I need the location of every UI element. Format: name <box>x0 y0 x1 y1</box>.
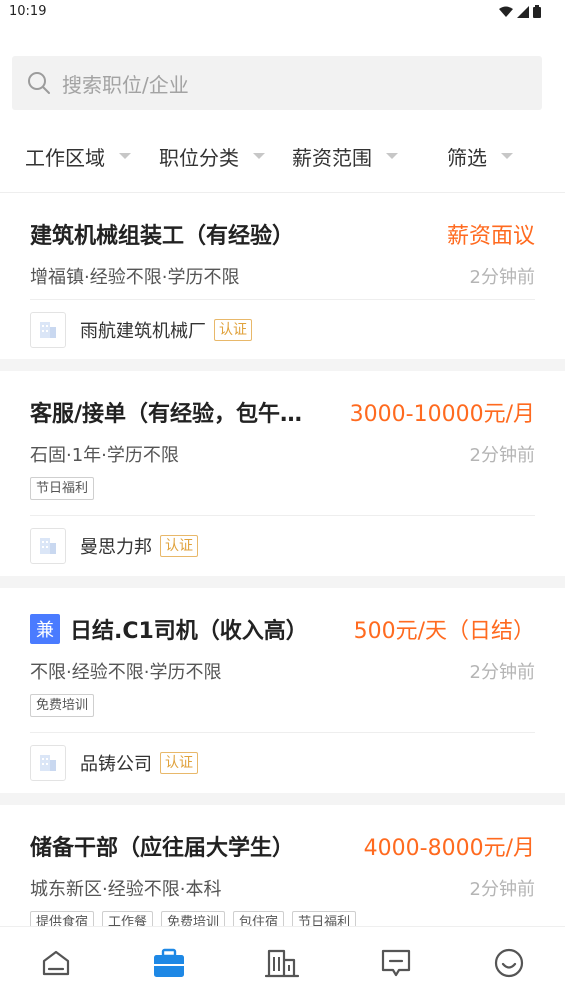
divider <box>30 732 535 733</box>
job-title: 建筑机械组装工（有经验） <box>30 224 295 249</box>
job-salary: 薪资面议 <box>446 224 535 249</box>
benefit-tags: 节日福利 <box>30 477 95 500</box>
search-placeholder: 搜索职位/企业 <box>62 72 189 97</box>
benefit-tag: 提供食宿 <box>30 911 95 926</box>
filter-label: 筛选 <box>447 145 487 170</box>
verified-badge: 认证 <box>214 319 252 341</box>
benefit-tag: 节日福利 <box>292 911 357 926</box>
caret-down-icon <box>119 153 131 159</box>
benefit-tag: 免费培训 <box>30 694 95 717</box>
filter-salary[interactable]: 薪资范围 <box>292 130 398 182</box>
job-card[interactable]: 兼 日结.C1司机（收入高） 500元/天（日结） 不限·经验不限·学历不限 2… <box>0 588 565 793</box>
message-icon <box>381 949 411 977</box>
caret-down-icon <box>386 153 398 159</box>
filter-label: 工作区域 <box>25 145 105 170</box>
filter-area[interactable]: 工作区域 <box>25 130 131 182</box>
job-card[interactable]: 储备干部（应往届大学生） 4000-8000元/月 城东新区·经验不限·本科 2… <box>0 805 565 926</box>
benefit-tags: 免费培训 <box>30 694 95 717</box>
job-title: 日结.C1司机（收入高） <box>70 619 308 644</box>
job-list: 建筑机械组装工（有经验） 薪资面议 增福镇·经验不限·学历不限 2分钟前 雨航建… <box>0 193 565 926</box>
job-card[interactable]: 建筑机械组装工（有经验） 薪资面议 增福镇·经验不限·学历不限 2分钟前 雨航建… <box>0 193 565 359</box>
filter-bar: 工作区域 职位分类 薪资范围 筛选 <box>0 130 565 182</box>
smiley-icon <box>494 948 524 978</box>
tab-companies[interactable] <box>264 945 300 981</box>
building-icon <box>265 949 299 978</box>
home-icon <box>42 950 70 976</box>
job-title: 储备干部（应往届大学生） <box>30 836 295 861</box>
search-input[interactable]: 搜索职位/企业 <box>12 56 542 110</box>
benefit-tag: 包住宿 <box>233 911 285 926</box>
job-salary: 500元/天（日结） <box>353 619 535 644</box>
tab-messages[interactable] <box>378 945 414 981</box>
verified-badge: 认证 <box>160 535 198 557</box>
building-icon <box>40 322 56 338</box>
caret-down-icon <box>253 153 265 159</box>
card-gap <box>0 359 565 371</box>
company-name: 雨航建筑机械厂 <box>80 321 206 342</box>
job-time: 2分钟前 <box>469 879 535 900</box>
battery-icon <box>533 5 541 18</box>
job-meta-row: 城东新区·经验不限·本科 2分钟前 <box>30 875 535 901</box>
status-time: 10:19 <box>9 4 47 19</box>
benefit-tags: 提供食宿 工作餐 免费培训 包住宿 节日福利 <box>30 911 357 926</box>
filter-more[interactable]: 筛选 <box>447 130 513 182</box>
filter-category[interactable]: 职位分类 <box>159 130 265 182</box>
status-icons <box>499 5 541 18</box>
divider <box>30 515 535 516</box>
job-meta: 石固·1年·学历不限 <box>30 445 179 466</box>
tab-home[interactable] <box>38 945 74 981</box>
benefit-tag: 节日福利 <box>30 477 95 500</box>
company-row: 品铸公司 认证 <box>30 745 198 781</box>
filter-label: 职位分类 <box>159 145 239 170</box>
job-time: 2分钟前 <box>469 662 535 683</box>
job-title-row: 客服/接单（有经验，包午… 3000-10000元/月 <box>30 396 535 428</box>
tab-profile[interactable] <box>491 945 527 981</box>
company-name: 品铸公司 <box>80 754 152 775</box>
tab-jobs[interactable] <box>151 945 187 981</box>
divider <box>30 299 535 300</box>
job-meta: 不限·经验不限·学历不限 <box>30 662 222 683</box>
signal-icon <box>517 5 529 18</box>
building-icon <box>40 755 56 771</box>
company-row: 雨航建筑机械厂 认证 <box>30 312 252 348</box>
job-title-row: 兼 日结.C1司机（收入高） 500元/天（日结） <box>30 613 535 645</box>
job-meta-row: 石固·1年·学历不限 2分钟前 <box>30 441 535 467</box>
building-icon <box>40 538 56 554</box>
company-logo <box>30 528 66 564</box>
benefit-tag: 免费培训 <box>161 911 226 926</box>
job-meta-row: 增福镇·经验不限·学历不限 2分钟前 <box>30 263 535 289</box>
company-logo <box>30 312 66 348</box>
job-card[interactable]: 客服/接单（有经验，包午… 3000-10000元/月 石固·1年·学历不限 2… <box>0 371 565 576</box>
part-time-tag: 兼 <box>30 614 60 644</box>
briefcase-icon <box>154 948 184 977</box>
filter-label: 薪资范围 <box>292 145 372 170</box>
job-meta: 城东新区·经验不限·本科 <box>30 879 222 900</box>
status-bar: 10:19 <box>0 0 565 26</box>
job-title-row: 储备干部（应往届大学生） 4000-8000元/月 <box>30 830 535 862</box>
wifi-icon <box>499 6 513 17</box>
search-icon <box>28 72 50 94</box>
job-title-row: 建筑机械组装工（有经验） 薪资面议 <box>30 218 535 250</box>
company-name: 曼思力邦 <box>80 537 152 558</box>
card-gap <box>0 793 565 805</box>
company-logo <box>30 745 66 781</box>
job-salary: 4000-8000元/月 <box>363 836 535 861</box>
card-gap <box>0 576 565 588</box>
job-meta: 增福镇·经验不限·学历不限 <box>30 267 240 288</box>
company-row: 曼思力邦 认证 <box>30 528 198 564</box>
job-time: 2分钟前 <box>469 445 535 466</box>
job-time: 2分钟前 <box>469 267 535 288</box>
caret-down-icon <box>501 153 513 159</box>
job-title: 客服/接单（有经验，包午… <box>30 402 303 427</box>
job-meta-row: 不限·经验不限·学历不限 2分钟前 <box>30 658 535 684</box>
job-salary: 3000-10000元/月 <box>349 402 535 427</box>
verified-badge: 认证 <box>160 752 198 774</box>
benefit-tag: 工作餐 <box>102 911 154 926</box>
bottom-tab-bar <box>0 926 565 1005</box>
